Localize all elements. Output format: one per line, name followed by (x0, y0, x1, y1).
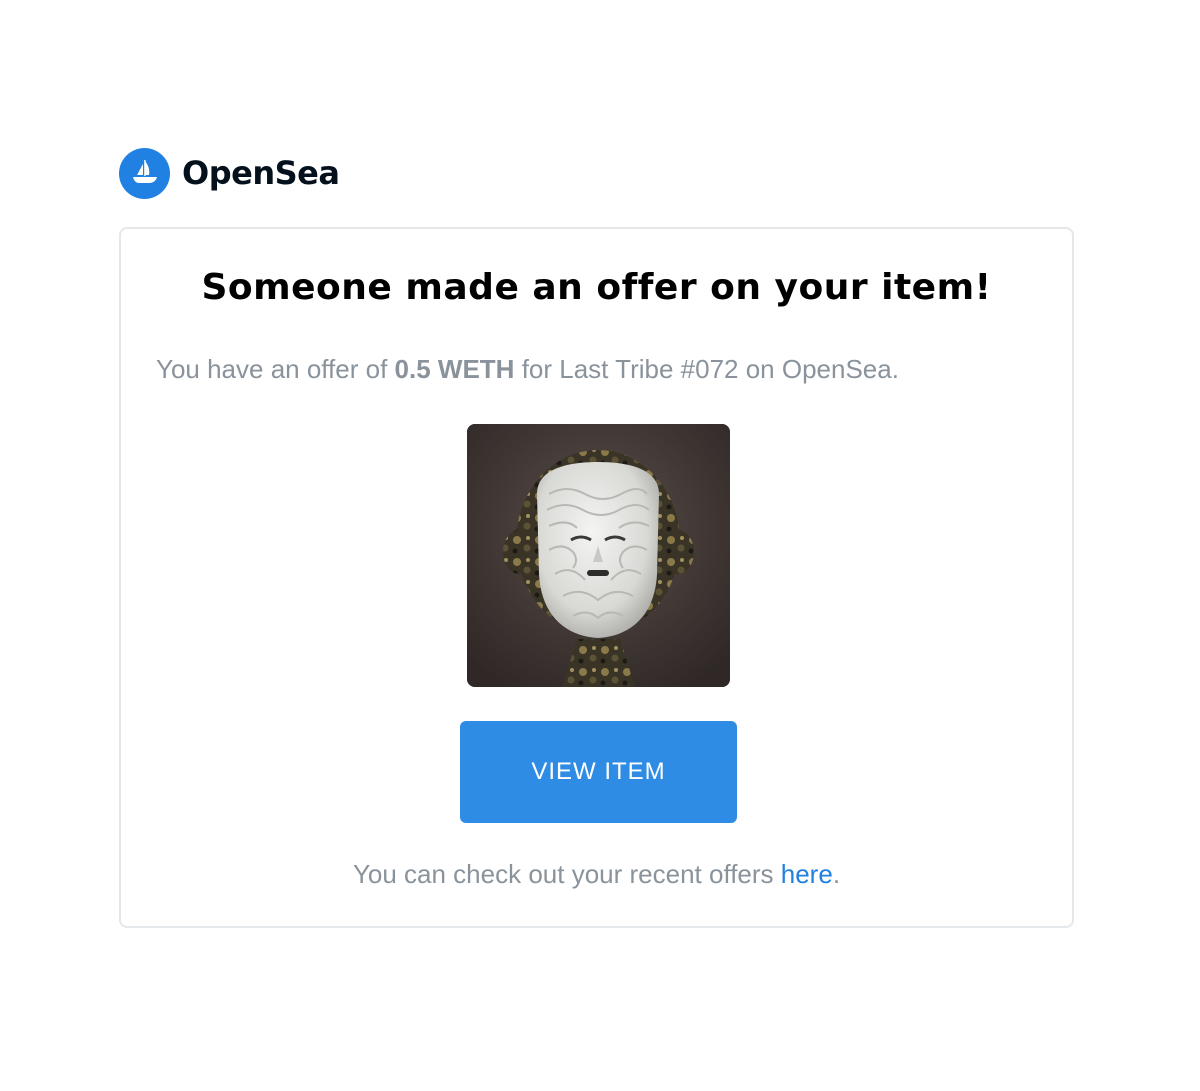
brand-name[interactable]: OpenSea (182, 154, 340, 192)
offer-prefix: You have an offer of (156, 354, 395, 384)
view-item-button[interactable]: VIEW ITEM (460, 721, 737, 823)
notification-card: Someone made an offer on your item! You … (119, 227, 1074, 928)
sailboat-icon[interactable] (119, 147, 170, 199)
offer-suffix: for Last Tribe #072 on OpenSea. (514, 354, 899, 384)
footer-message: You can check out your recent offers her… (121, 859, 1072, 890)
recent-offers-link[interactable]: here (781, 859, 833, 889)
brand-header: OpenSea (119, 147, 340, 199)
footer-suffix: . (832, 859, 841, 889)
footer-prefix: You can check out your recent offers (352, 859, 781, 889)
offer-message: You have an offer of 0.5 WETH for Last T… (156, 354, 1036, 385)
email-headline: Someone made an offer on your item! (201, 267, 992, 308)
offer-amount: 0.5 WETH (394, 354, 515, 384)
nft-mask-figure-image[interactable] (467, 424, 730, 687)
